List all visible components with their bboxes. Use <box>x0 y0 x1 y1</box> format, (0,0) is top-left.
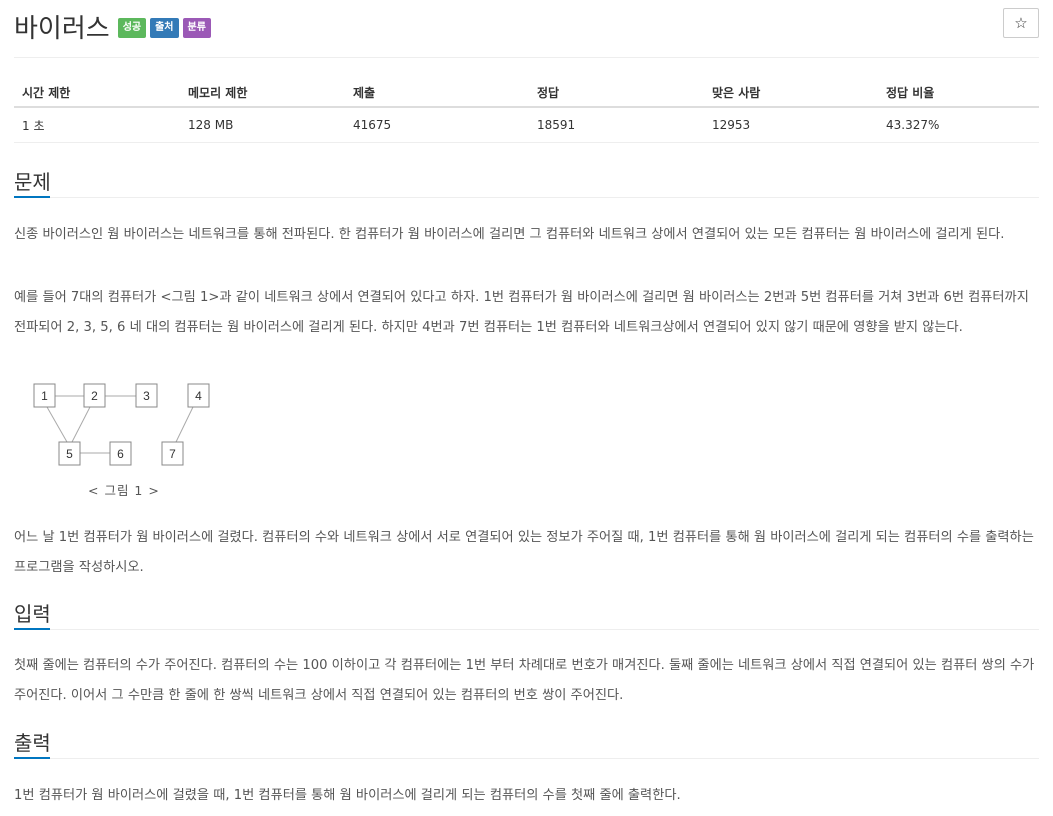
input-heading-accent <box>14 628 50 630</box>
edge-2-5 <box>71 406 91 443</box>
output-heading-line <box>14 758 1039 759</box>
input-paragraph: 첫째 줄에는 컴퓨터의 수가 주어진다. 컴퓨터의 수는 100 이하이고 각 … <box>14 658 1035 703</box>
value-accepted: 18591 <box>529 107 704 143</box>
input-heading: 입력 <box>14 602 51 626</box>
title-divider <box>14 57 1039 58</box>
problem-title: 바이러스 <box>14 13 110 44</box>
description-paragraph-2: 예를 들어 7대의 컴퓨터가 <그림 1>과 같이 네트워크 상에서 연결되어 … <box>14 290 1029 335</box>
value-solved-users: 12953 <box>704 107 878 143</box>
node-4-label: 4 <box>195 389 202 403</box>
problem-badges: 성공 출처 분류 <box>117 18 211 38</box>
problem-info-table: 시간 제한 메모리 제한 제출 정답 맞은 사람 정답 비율 1 초 128 M… <box>14 78 1039 143</box>
node-5-label: 5 <box>66 447 73 461</box>
table-row: 1 초 128 MB 41675 18591 12953 43.327% <box>14 107 1039 143</box>
header-time-limit: 시간 제한 <box>14 78 180 108</box>
star-icon: ☆ <box>1014 14 1028 32</box>
header-accepted: 정답 <box>529 78 704 108</box>
value-memory-limit: 128 MB <box>180 107 345 143</box>
node-7-label: 7 <box>169 447 176 461</box>
value-time-limit: 1 초 <box>14 107 180 143</box>
output-paragraph: 1번 컴퓨터가 웜 바이러스에 걸렸을 때, 1번 컴퓨터를 통해 웜 바이러스… <box>14 788 681 803</box>
node-6-label: 6 <box>117 447 124 461</box>
value-accept-ratio: 43.327% <box>878 107 1039 143</box>
value-submissions: 41675 <box>345 107 529 143</box>
badge-source[interactable]: 출처 <box>150 18 179 38</box>
edge-1-5 <box>46 406 68 443</box>
favorite-button[interactable]: ☆ <box>1003 8 1039 38</box>
description-heading-accent <box>14 196 50 198</box>
input-heading-line <box>14 629 1039 630</box>
edge-4-7 <box>175 406 194 443</box>
table-header-row: 시간 제한 메모리 제한 제출 정답 맞은 사람 정답 비율 <box>14 78 1039 108</box>
header-accept-ratio: 정답 비율 <box>878 78 1039 108</box>
header-memory-limit: 메모리 제한 <box>180 78 345 108</box>
header-solved-users: 맞은 사람 <box>704 78 878 108</box>
title-row: 바이러스 성공 출처 분류 <box>14 8 211 44</box>
description-heading: 문제 <box>14 170 51 194</box>
badge-success[interactable]: 성공 <box>117 18 147 38</box>
description-paragraph-1: 신종 바이러스인 웜 바이러스는 네트워크를 통해 전파된다. 한 컴퓨터가 웜… <box>14 227 1005 242</box>
header-submissions: 제출 <box>345 78 529 108</box>
figure-caption: < 그림 1 > <box>88 483 160 498</box>
node-1-label: 1 <box>41 389 48 403</box>
node-2-label: 2 <box>91 389 98 403</box>
badge-category[interactable]: 분류 <box>182 18 211 38</box>
output-heading-accent <box>14 757 50 759</box>
network-figure: 1 2 3 4 5 6 7 <box>33 383 210 466</box>
description-paragraph-3: 어느 날 1번 컴퓨터가 웜 바이러스에 걸렸다. 컴퓨터의 수와 네트워크 상… <box>14 530 1034 575</box>
description-heading-line <box>14 197 1039 198</box>
node-3-label: 3 <box>143 389 150 403</box>
output-heading: 출력 <box>14 731 51 755</box>
